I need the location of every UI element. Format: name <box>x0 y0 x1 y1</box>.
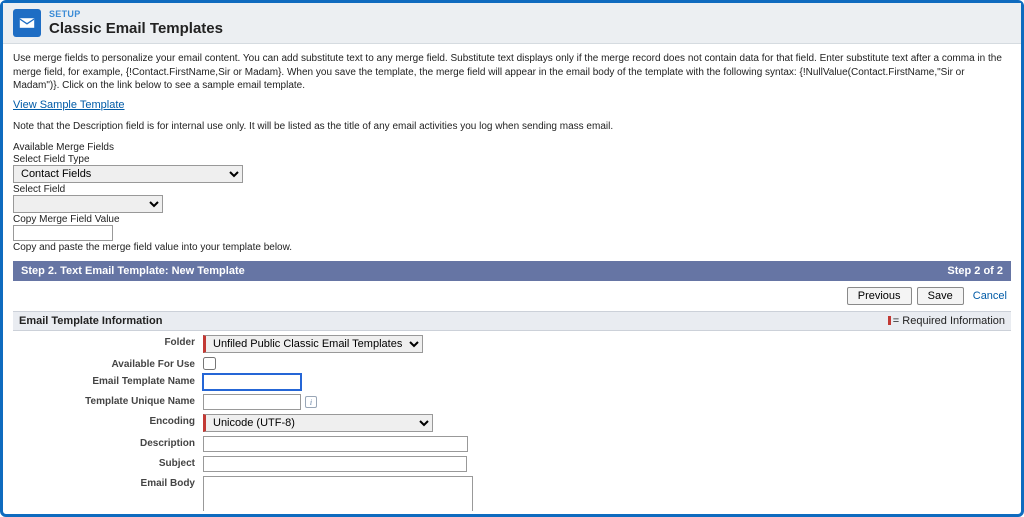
select-field-dropdown[interactable] <box>13 195 163 213</box>
field-type-label: Select Field Type <box>13 154 1011 165</box>
subject-label: Subject <box>13 456 203 469</box>
copy-merge-hint: Copy and paste the merge field value int… <box>13 242 1011 253</box>
setup-label: SETUP <box>49 9 223 19</box>
encoding-select[interactable]: Unicode (UTF-8) <box>203 414 433 432</box>
subject-input[interactable] <box>203 456 467 472</box>
email-icon <box>13 9 41 37</box>
top-button-row: Previous Save Cancel <box>13 281 1011 311</box>
cancel-link[interactable]: Cancel <box>973 290 1007 302</box>
copy-merge-input[interactable] <box>13 225 113 241</box>
step-bar: Step 2. Text Email Template: New Templat… <box>13 261 1011 281</box>
info-icon[interactable]: i <box>305 396 317 408</box>
previous-button[interactable]: Previous <box>847 287 912 305</box>
unique-name-input[interactable] <box>203 394 301 410</box>
available-checkbox[interactable] <box>203 357 216 370</box>
required-hint: = Required Information <box>888 315 1005 327</box>
sample-template-link[interactable]: View Sample Template <box>13 99 125 111</box>
template-name-label: Email Template Name <box>13 374 203 387</box>
section-header: Email Template Information = Required In… <box>13 311 1011 331</box>
unique-name-label: Template Unique Name <box>13 394 203 407</box>
page-header: SETUP Classic Email Templates <box>3 3 1021 44</box>
merge-fields-heading: Available Merge Fields <box>13 142 1011 153</box>
description-input[interactable] <box>203 436 468 452</box>
intro-text: Use merge fields to personalize your ema… <box>13 52 1011 93</box>
description-note: Note that the Description field is for i… <box>13 121 1011 132</box>
folder-label: Folder <box>13 335 203 348</box>
step-title: Step 2. Text Email Template: New Templat… <box>21 265 245 277</box>
section-title: Email Template Information <box>19 315 162 327</box>
page-title: Classic Email Templates <box>49 20 223 37</box>
template-name-input[interactable] <box>203 374 301 390</box>
copy-merge-label: Copy Merge Field Value <box>13 214 1011 225</box>
available-label: Available For Use <box>13 357 203 370</box>
step-indicator: Step 2 of 2 <box>947 265 1003 277</box>
folder-select[interactable]: Unfiled Public Classic Email Templates <box>203 335 423 353</box>
select-field-label: Select Field <box>13 184 1011 195</box>
email-body-label: Email Body <box>13 476 203 489</box>
save-button[interactable]: Save <box>917 287 964 305</box>
encoding-label: Encoding <box>13 414 203 427</box>
email-body-textarea[interactable] <box>203 476 473 512</box>
description-label: Description <box>13 436 203 449</box>
field-type-select[interactable]: Contact Fields <box>13 165 243 183</box>
